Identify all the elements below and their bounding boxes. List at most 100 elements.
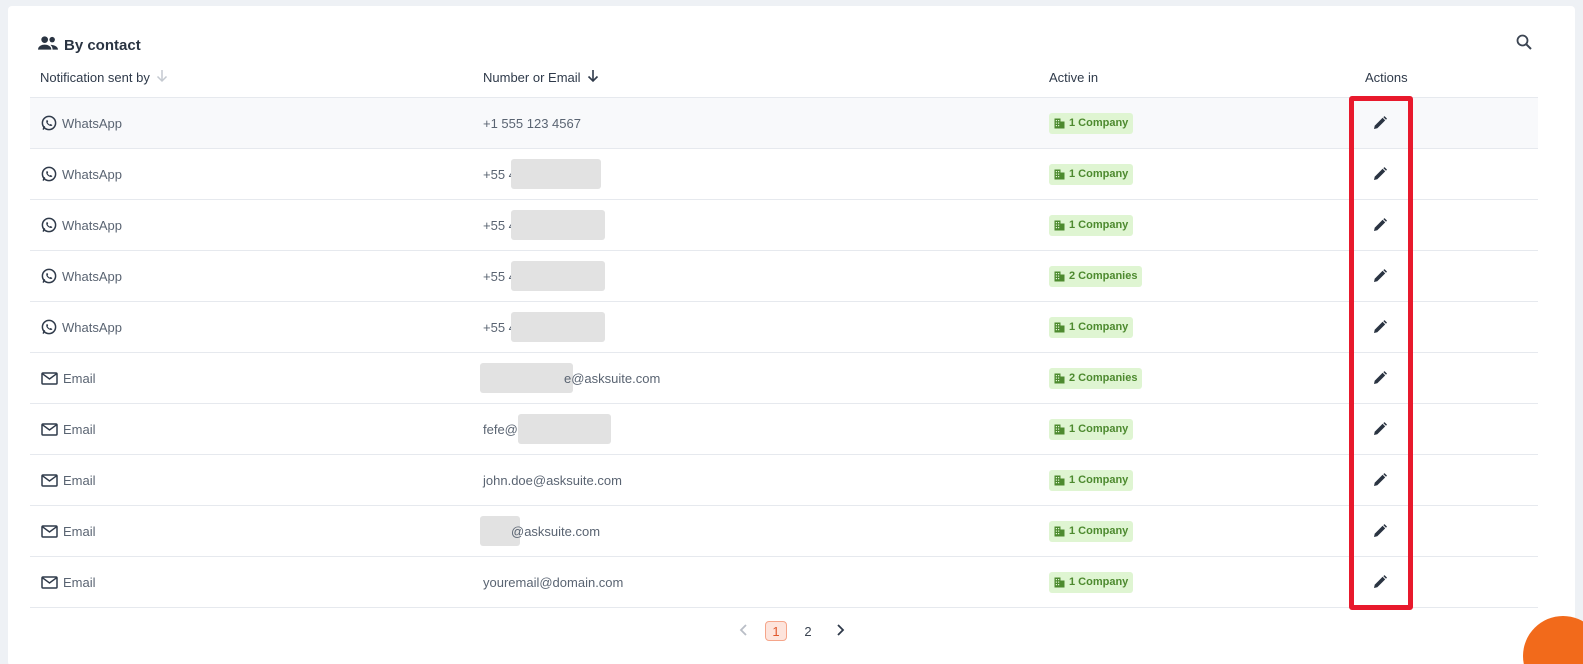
active-in-cell: 2 Companies — [1049, 353, 1143, 403]
pencil-icon — [1373, 575, 1387, 589]
table-row: Email john.doe@asksuite.com 1 Company — [30, 455, 1538, 506]
channel-cell: WhatsApp — [41, 302, 122, 352]
next-page-button[interactable] — [829, 621, 851, 641]
company-count-badge: 1 Company — [1049, 163, 1134, 185]
search-button[interactable] — [1513, 33, 1535, 55]
building-icon — [1054, 271, 1065, 282]
chevron-right-icon — [835, 623, 845, 639]
edit-button[interactable] — [1370, 368, 1390, 388]
redacted-block — [480, 363, 573, 393]
pencil-icon — [1373, 524, 1387, 538]
company-count-badge: 2 Companies — [1049, 367, 1143, 389]
active-in-cell: 1 Company — [1049, 200, 1134, 250]
active-in-cell: 1 Company — [1049, 98, 1134, 148]
table-row: WhatsApp +55 4 1 Company — [30, 302, 1538, 353]
company-count-badge: 1 Company — [1049, 571, 1134, 593]
actions-cell — [1370, 353, 1390, 403]
channel-label: WhatsApp — [62, 166, 122, 182]
building-icon — [1054, 424, 1065, 435]
column-number-email-label: Number or Email — [483, 69, 581, 85]
channel-label: Email — [63, 370, 96, 386]
contact-cell: +55 4 — [483, 251, 605, 301]
channel-label: WhatsApp — [62, 319, 122, 335]
channel-cell: WhatsApp — [41, 200, 122, 250]
channel-label: Email — [63, 472, 96, 488]
company-count-label: 1 Company — [1069, 168, 1129, 180]
column-actions: Actions — [1365, 69, 1408, 85]
edit-button[interactable] — [1370, 419, 1390, 439]
sort-arrow-down-icon[interactable] — [587, 69, 599, 86]
contact-value-suffix: e@asksuite.com — [564, 370, 661, 386]
pagination: 1 2 — [733, 620, 851, 642]
company-count-label: 1 Company — [1069, 474, 1129, 486]
company-count-label: 1 Company — [1069, 423, 1129, 435]
table-row: Email youremail@domain.com 1 Company — [30, 557, 1538, 608]
mail-icon — [41, 473, 58, 487]
company-count-label: 2 Companies — [1069, 372, 1138, 384]
actions-cell — [1370, 506, 1390, 556]
building-icon — [1054, 322, 1065, 333]
column-sent-by[interactable]: Notification sent by — [40, 64, 168, 90]
table-body: WhatsApp +1 555 123 4567 1 Company WhatsApp… — [30, 98, 1538, 608]
company-count-badge: 2 Companies — [1049, 265, 1143, 287]
actions-cell — [1370, 302, 1390, 352]
edit-button[interactable] — [1370, 266, 1390, 286]
section-title: By contact — [64, 36, 141, 54]
pencil-icon — [1373, 320, 1387, 334]
contact-value-prefix: youremail@domain.com — [483, 574, 624, 590]
active-in-cell: 1 Company — [1049, 557, 1134, 607]
channel-label: WhatsApp — [62, 268, 122, 284]
mail-icon — [41, 524, 58, 538]
whatsapp-icon — [41, 268, 57, 284]
chevron-left-icon — [739, 623, 749, 639]
page-2-button[interactable]: 2 — [797, 621, 819, 641]
contact-cell: e@asksuite.com — [480, 353, 661, 403]
edit-button[interactable] — [1370, 164, 1390, 184]
building-icon — [1054, 373, 1065, 384]
building-icon — [1054, 118, 1065, 129]
company-count-label: 2 Companies — [1069, 270, 1138, 282]
edit-button[interactable] — [1370, 470, 1390, 490]
pencil-icon — [1373, 218, 1387, 232]
pencil-icon — [1373, 473, 1387, 487]
table-row: WhatsApp +55 4 2 Companies — [30, 251, 1538, 302]
company-count-badge: 1 Company — [1049, 214, 1134, 236]
page-1-button[interactable]: 1 — [765, 621, 787, 641]
edit-button[interactable] — [1370, 215, 1390, 235]
channel-label: Email — [63, 574, 96, 590]
prev-page-button[interactable] — [733, 621, 755, 641]
channel-cell: WhatsApp — [41, 98, 122, 148]
mail-icon — [41, 422, 58, 436]
active-in-cell: 1 Company — [1049, 455, 1134, 505]
building-icon — [1054, 169, 1065, 180]
contact-cell: +1 555 123 4567 — [483, 98, 581, 148]
whatsapp-icon — [41, 166, 57, 182]
building-icon — [1054, 577, 1065, 588]
actions-cell — [1370, 149, 1390, 199]
active-in-cell: 2 Companies — [1049, 251, 1143, 301]
table-header: Notification sent by Number or Email Act… — [30, 64, 1538, 98]
redacted-block — [510, 210, 605, 240]
company-count-badge: 1 Company — [1049, 112, 1134, 134]
sort-arrow-icon[interactable] — [156, 69, 168, 86]
company-count-badge: 1 Company — [1049, 469, 1134, 491]
active-in-cell: 1 Company — [1049, 149, 1134, 199]
contact-value-prefix: fefe@ — [483, 421, 518, 437]
edit-button[interactable] — [1370, 521, 1390, 541]
edit-button[interactable] — [1370, 113, 1390, 133]
contact-cell: +55 4 — [483, 200, 605, 250]
actions-cell — [1370, 404, 1390, 454]
channel-cell: WhatsApp — [41, 251, 122, 301]
pencil-icon — [1373, 269, 1387, 283]
channel-cell: Email — [41, 455, 96, 505]
table-row: Email @asksuite.com 1 Company — [30, 506, 1538, 557]
company-count-badge: 1 Company — [1049, 418, 1134, 440]
actions-cell — [1370, 455, 1390, 505]
channel-label: Email — [63, 421, 96, 437]
edit-button[interactable] — [1370, 317, 1390, 337]
pencil-icon — [1373, 371, 1387, 385]
column-number-email[interactable]: Number or Email — [483, 64, 599, 90]
edit-button[interactable] — [1370, 572, 1390, 592]
contact-cell: youremail@domain.com — [483, 557, 623, 607]
active-in-cell: 1 Company — [1049, 506, 1134, 556]
